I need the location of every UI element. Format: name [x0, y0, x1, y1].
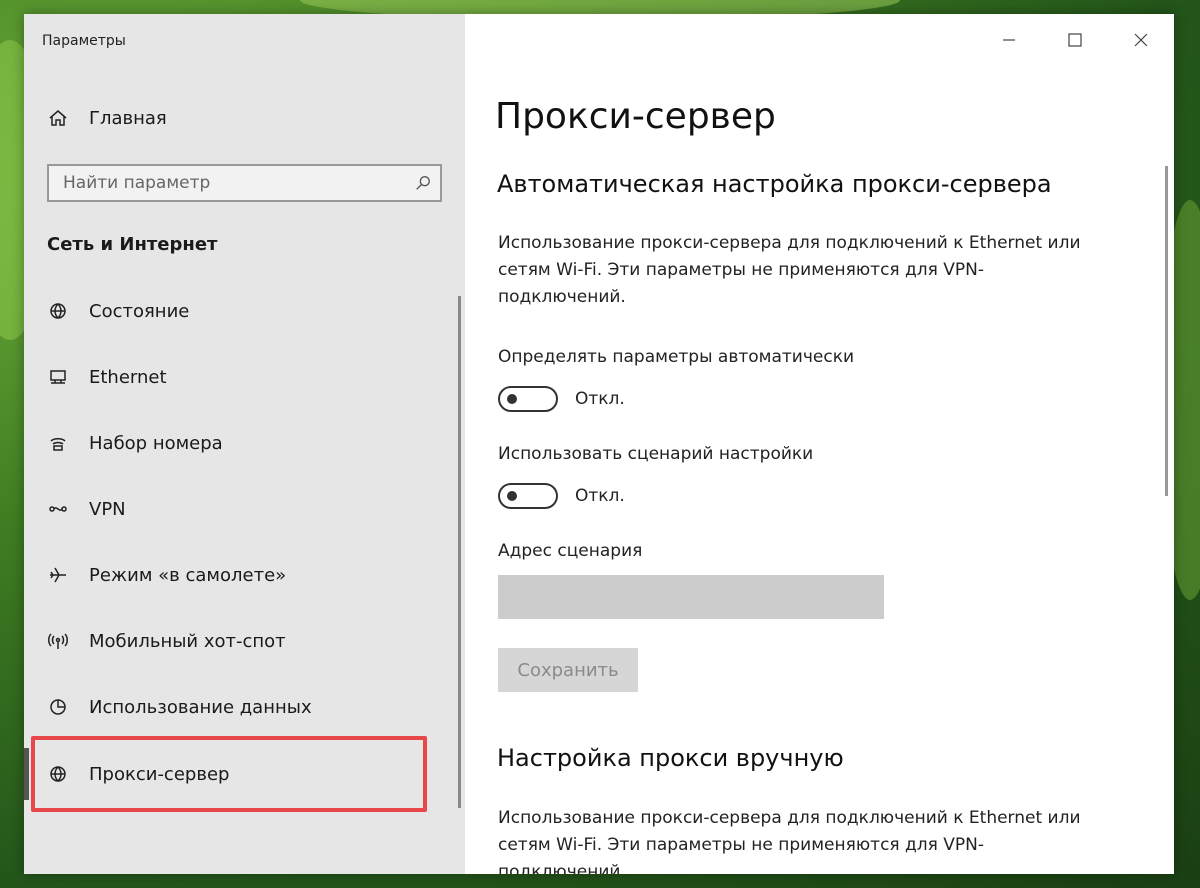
airplane-icon — [46, 563, 70, 587]
sidebar-item-label: Режим «в самолете» — [89, 564, 287, 586]
setup-script-state: Откл. — [575, 486, 625, 506]
script-address-input[interactable] — [498, 575, 884, 619]
sidebar-item-dialup[interactable]: Набор номера — [24, 417, 465, 469]
sidebar-home[interactable]: Главная — [24, 98, 465, 138]
search-input[interactable] — [49, 173, 406, 193]
sidebar-scrollbar[interactable] — [458, 296, 461, 808]
detect-settings-label: Определять параметры автоматически — [498, 347, 855, 367]
sidebar-item-label: Набор номера — [89, 432, 223, 454]
main-scrollbar[interactable] — [1165, 166, 1168, 496]
manual-section-heading: Настройка прокси вручную — [497, 744, 844, 772]
vpn-icon — [46, 497, 70, 521]
sidebar-item-hotspot[interactable]: Мобильный хот-спот — [24, 615, 465, 667]
setup-script-toggle[interactable] — [498, 483, 558, 509]
sidebar-item-status[interactable]: Состояние — [24, 285, 465, 337]
sidebar-item-label: Состояние — [89, 300, 190, 322]
dialup-icon — [46, 431, 70, 455]
maximize-button[interactable] — [1042, 14, 1108, 66]
script-address-label: Адрес сценария — [498, 541, 643, 561]
sidebar-home-label: Главная — [89, 107, 167, 129]
detect-settings-row: Откл. — [498, 386, 625, 412]
search-icon[interactable] — [406, 166, 440, 200]
close-icon — [1134, 33, 1148, 47]
sidebar-item-data-usage[interactable]: Использование данных — [24, 681, 465, 733]
setup-script-label: Использовать сценарий настройки — [498, 444, 814, 464]
sidebar-item-proxy[interactable]: Прокси-сервер — [24, 736, 465, 812]
sidebar-item-label: Использование данных — [89, 696, 312, 718]
home-icon — [46, 106, 70, 130]
main-content: Прокси-сервер Автоматическая настройка п… — [465, 14, 1174, 874]
sidebar-item-vpn[interactable]: VPN — [24, 483, 465, 535]
sidebar-item-ethernet[interactable]: Ethernet — [24, 351, 465, 403]
globe-status-icon — [46, 299, 70, 323]
sidebar: Параметры Главная Сеть и Интернет Состоя… — [24, 14, 465, 874]
maximize-icon — [1068, 33, 1082, 47]
app-title: Параметры — [42, 33, 126, 49]
toggle-knob — [507, 491, 517, 501]
detect-settings-state: Откл. — [575, 389, 625, 409]
sidebar-item-airplane[interactable]: Режим «в самолете» — [24, 549, 465, 601]
auto-section-description: Использование прокси-сервера для подключ… — [498, 233, 1081, 307]
save-button[interactable]: Сохранить — [498, 648, 638, 692]
detect-settings-toggle[interactable] — [498, 386, 558, 412]
data-usage-icon — [46, 695, 70, 719]
minimize-icon — [1003, 39, 1015, 41]
sidebar-item-label: VPN — [89, 498, 126, 520]
manual-section-description: Использование прокси-сервера для подключ… — [498, 808, 1081, 874]
setup-script-row: Откл. — [498, 483, 625, 509]
selection-indicator — [24, 748, 29, 800]
minimize-button[interactable] — [976, 14, 1042, 66]
settings-window: Параметры Главная Сеть и Интернет Состоя… — [24, 14, 1174, 874]
sidebar-item-label: Мобильный хот-спот — [89, 630, 286, 652]
search-box — [47, 164, 442, 202]
sidebar-item-label: Ethernet — [89, 366, 167, 388]
page-title: Прокси-сервер — [495, 96, 776, 137]
ethernet-icon — [46, 365, 70, 389]
window-controls — [976, 14, 1174, 66]
auto-section-heading: Автоматическая настройка прокси-сервера — [497, 170, 1052, 198]
hotspot-icon — [46, 629, 70, 653]
section-header: Сеть и Интернет — [47, 234, 218, 255]
highlight-frame — [31, 736, 427, 812]
close-button[interactable] — [1108, 14, 1174, 66]
toggle-knob — [507, 394, 517, 404]
